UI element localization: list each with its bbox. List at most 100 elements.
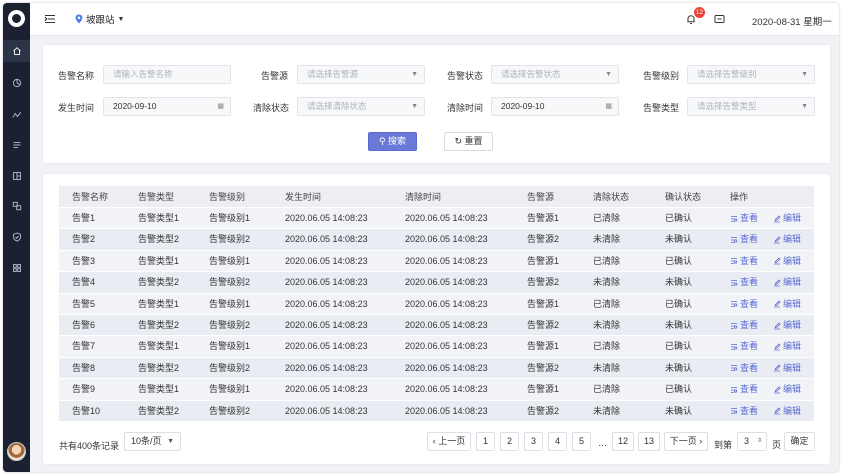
page-button-2[interactable]: 2	[500, 432, 519, 451]
column-header: 确认状态	[665, 192, 702, 202]
search-icon: ⚲	[378, 136, 386, 146]
clear-status-label: 清除状态	[253, 103, 290, 113]
clear-status-cell: 未清除	[593, 362, 621, 373]
prev-page-button[interactable]: ‹ 上一页	[427, 432, 471, 451]
fullscreen-icon[interactable]	[714, 14, 725, 24]
alarm-level-cell: 告警级别2	[209, 277, 251, 288]
view-icon	[731, 215, 738, 222]
layout-icon[interactable]	[3, 165, 30, 187]
goto-confirm-button[interactable]: 确定	[784, 432, 815, 451]
home-icon[interactable]	[3, 40, 30, 62]
page-button-13[interactable]: 13	[638, 432, 660, 451]
alarm-name-cell: 告警7	[72, 341, 96, 352]
page-button-5[interactable]: 5	[572, 432, 591, 451]
view-link[interactable]: 查看	[730, 379, 758, 400]
alarm-name-cell: 告警4	[72, 277, 96, 288]
edit-link[interactable]: 编辑	[773, 401, 801, 422]
edit-icon	[774, 215, 781, 223]
occur-time-picker[interactable]: 2020-09-10 ▦	[103, 97, 231, 116]
clear-time-cell: 2020.06.05 14:08:23	[405, 319, 488, 330]
clear-time-picker[interactable]: 2020-09-10 ▦	[491, 97, 619, 116]
edit-icon	[774, 236, 781, 244]
clear-time-cell: 2020.06.05 14:08:23	[405, 362, 488, 373]
alarm-level-cell: 告警级别1	[209, 384, 251, 395]
view-link[interactable]: 查看	[730, 251, 758, 272]
alarm-type-cell: 告警类型2	[138, 319, 180, 330]
edit-link[interactable]: 编辑	[773, 229, 801, 250]
current-datetime: 2020-08-31 星期一	[752, 17, 832, 28]
page-size-select[interactable]: 10条/页 ▼	[124, 432, 181, 451]
page-button-3[interactable]: 3	[524, 432, 543, 451]
chevron-down-icon: ▼	[167, 438, 174, 445]
occur-time-cell: 2020.06.05 14:08:23	[285, 213, 368, 223]
station-selector[interactable]: 坡跟站 ▼	[75, 12, 124, 26]
alarm-table-panel: 告警名称 告警类型 告警级别 发生时间 清除时间 告警源 清除状态 确认状态 操…	[43, 174, 830, 464]
alarm-name-cell: 告警2	[72, 234, 96, 245]
menu-toggle-icon[interactable]	[44, 14, 56, 24]
clear-status-select[interactable]: 请选择清除状态 ▼	[297, 97, 425, 116]
apps-icon[interactable]	[3, 257, 30, 279]
view-link[interactable]: 查看	[730, 336, 758, 357]
view-link[interactable]: 查看	[730, 315, 758, 336]
clear-time-cell: 2020.06.05 14:08:23	[405, 213, 488, 223]
edit-link[interactable]: 编辑	[773, 294, 801, 315]
alarm-source-cell: 告警源1	[527, 384, 560, 395]
avatar[interactable]	[7, 442, 26, 461]
stepper-icon: ⇕	[756, 438, 762, 444]
reset-button[interactable]: ↻ 重置	[444, 132, 493, 151]
list-icon[interactable]	[3, 134, 30, 156]
clear-time-cell: 2020.06.05 14:08:23	[405, 298, 488, 309]
clear-status-cell: 已清除	[593, 341, 621, 352]
next-page-button[interactable]: 下一页 ›	[664, 432, 708, 451]
view-link[interactable]: 查看	[730, 229, 758, 250]
table-row: 告警5 告警类型1 告警级别1 2020.06.05 14:08:23 2020.06.…	[59, 293, 814, 315]
view-link[interactable]: 查看	[730, 401, 758, 422]
column-header: 清除时间	[405, 192, 442, 202]
clear-status-cell: 未清除	[593, 234, 621, 245]
page-button-12[interactable]: 12	[612, 432, 634, 451]
view-icon	[731, 386, 738, 393]
alarm-level-cell: 告警级别1	[209, 213, 251, 223]
alarm-type-cell: 告警类型1	[138, 341, 180, 352]
view-link[interactable]: 查看	[730, 208, 758, 229]
resource-icon[interactable]	[3, 195, 30, 217]
view-link[interactable]: 查看	[730, 358, 758, 379]
alarm-status-select[interactable]: 请选择告警状态 ▼	[491, 65, 619, 84]
view-link[interactable]: 查看	[730, 294, 758, 315]
goto-prefix: 到第	[714, 440, 733, 450]
total-records: 共有400条记录	[59, 441, 120, 451]
alarm-level-label: 告警级别	[643, 71, 680, 81]
clear-time-cell: 2020.06.05 14:08:23	[405, 234, 488, 245]
alarm-status-label: 告警状态	[447, 71, 484, 81]
edit-link[interactable]: 编辑	[773, 251, 801, 272]
trend-icon[interactable]	[3, 104, 30, 126]
dashboard-icon[interactable]	[3, 72, 30, 94]
shield-icon[interactable]	[3, 226, 30, 248]
alarm-level-cell: 告警级别1	[209, 341, 251, 352]
page-button-4[interactable]: 4	[548, 432, 567, 451]
edit-link[interactable]: 编辑	[773, 379, 801, 400]
search-button[interactable]: ⚲ 搜索	[368, 132, 417, 151]
alarm-name-cell: 告警8	[72, 362, 96, 373]
view-link[interactable]: 查看	[730, 272, 758, 293]
edit-link[interactable]: 编辑	[773, 358, 801, 379]
edit-link[interactable]: 编辑	[773, 208, 801, 229]
alarm-type-select[interactable]: 请选择告警类型 ▼	[687, 97, 815, 116]
edit-icon	[774, 257, 781, 265]
calendar-icon: ▦	[605, 103, 612, 110]
page-button-1[interactable]: 1	[476, 432, 495, 451]
confirm-status-cell: 已确认	[665, 255, 693, 266]
clear-status-cell: 已清除	[593, 298, 621, 309]
location-pin-icon	[75, 14, 83, 24]
edit-link[interactable]: 编辑	[773, 272, 801, 293]
station-name: 坡跟站	[86, 15, 115, 26]
view-icon	[731, 258, 738, 265]
edit-link[interactable]: 编辑	[773, 336, 801, 357]
alarm-level-select[interactable]: 请选择告警级别 ▼	[687, 65, 815, 84]
edit-link[interactable]: 编辑	[773, 315, 801, 336]
alarm-source-cell: 告警源2	[527, 319, 560, 330]
clear-status-cell: 未清除	[593, 405, 621, 416]
alarm-source-select[interactable]: 请选择告警源 ▼	[297, 65, 425, 84]
alarm-name-input[interactable]: 请输入告警名称	[103, 65, 231, 84]
goto-page-input[interactable]: 3 ⇕	[737, 432, 767, 451]
